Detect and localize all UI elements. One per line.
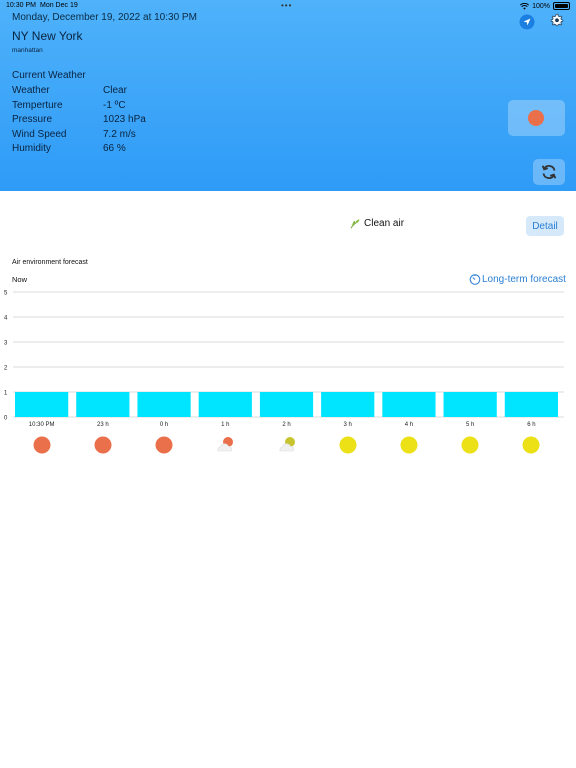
x-tick-label: 10:30 PM	[29, 422, 55, 428]
x-tick-label: 6 h	[527, 422, 535, 428]
location-arrow-icon[interactable]	[519, 14, 535, 30]
weather-row: Temperture -1 ºC	[12, 100, 146, 115]
y-tick-label: 5	[4, 291, 8, 297]
battery-percent: 100%	[532, 2, 550, 10]
now-label: Now	[12, 275, 28, 284]
long-term-forecast-link[interactable]: Long-term forecast	[469, 273, 566, 285]
refresh-button[interactable]	[533, 159, 565, 185]
city-name: NY New York	[12, 29, 83, 43]
air-forecast-chart: 0 1 2 3 4 5 10:30 PM 23 h 0 h 1 h 2 h 3 h 4 h 5 h 6 h	[4, 291, 564, 428]
weather-row-value: 66 %	[103, 143, 126, 154]
timer-icon	[469, 274, 481, 285]
x-tick-label: 2 h	[282, 422, 290, 428]
forecast-title: Air environment forecast	[12, 259, 88, 266]
clear-night-icon	[92, 434, 114, 456]
clear-night-icon	[153, 434, 175, 456]
forecast-bar	[137, 392, 191, 417]
sun-icon	[337, 434, 359, 456]
x-tick-label: 1 h	[221, 422, 229, 428]
x-tick-label: 0 h	[160, 422, 168, 428]
gear-icon[interactable]	[550, 13, 564, 27]
x-tick-label: 23 h	[97, 422, 109, 428]
current-weather-table: Weather Clear Temperture -1 ºC Pressure …	[12, 85, 146, 158]
status-time: 10:30 PM	[6, 2, 36, 9]
air-quality-label: Clean air	[364, 218, 405, 229]
sun-icon	[520, 434, 542, 456]
weather-row-label: Temperture	[12, 99, 63, 111]
status-date: Mon Dec 19	[40, 2, 78, 9]
detail-button[interactable]: Detail	[526, 216, 564, 236]
sun-icon	[459, 434, 481, 456]
weather-row-value: 7.2 m/s	[103, 128, 136, 140]
air-status-dot	[528, 110, 544, 126]
forecast-bar	[15, 392, 69, 417]
weather-row-label: Humidity	[12, 143, 51, 154]
y-tick-label: 3	[4, 341, 8, 347]
sun-icon	[398, 434, 420, 456]
status-bar: 10:30 PM Mon Dec 19 ••• 100%	[0, 0, 576, 12]
y-tick-label: 1	[4, 391, 8, 397]
weather-header: 10:30 PM Mon Dec 19 ••• 100% Monday, Dec…	[0, 0, 576, 191]
weather-row-label: Weather	[12, 85, 50, 96]
wifi-icon	[520, 2, 530, 10]
district-name: manhattan	[12, 47, 43, 54]
forecast-bar	[259, 392, 314, 417]
weather-row-value: Clear	[103, 85, 127, 96]
forecast-bar	[198, 392, 252, 417]
weather-row: Humidity 66 %	[12, 143, 146, 158]
multitask-dots-icon[interactable]: •••	[281, 1, 292, 10]
y-tick-label: 4	[4, 316, 8, 322]
forecast-bar	[76, 392, 130, 417]
air-status-indicator[interactable]	[508, 100, 565, 136]
y-tick-label: 2	[4, 366, 8, 372]
forecast-bar	[321, 392, 375, 417]
weather-row-label: Wind Speed	[12, 128, 67, 140]
status-right: 100%	[520, 2, 570, 10]
weather-row: Wind Speed 7.2 m/s	[12, 129, 146, 144]
partly-cloudy-icon	[214, 434, 236, 456]
x-tick-label: 4 h	[405, 422, 413, 428]
forecast-icons-row	[0, 434, 576, 456]
x-tick-label: 5 h	[466, 422, 474, 428]
long-term-forecast-label: Long-term forecast	[482, 273, 566, 285]
current-datetime: Monday, December 19, 2022 at 10:30 PM	[12, 12, 197, 23]
air-quality-status: Clean air	[350, 218, 404, 229]
weather-row-label: Pressure	[12, 114, 53, 125]
battery-icon	[553, 2, 570, 10]
y-tick-label: 0	[4, 416, 8, 422]
refresh-icon	[541, 165, 557, 179]
clear-night-icon	[31, 434, 53, 456]
current-weather-title: Current Weather	[12, 70, 86, 81]
partly-cloudy-icon	[276, 434, 298, 456]
forecast-bar	[504, 392, 558, 417]
weather-row-value: -1 ºC	[103, 99, 126, 111]
x-tick-label: 3 h	[344, 422, 352, 428]
forecast-bar	[382, 392, 436, 417]
weather-row-value: 1023 hPa	[103, 114, 146, 125]
weather-row: Pressure 1023 hPa	[12, 114, 146, 129]
forecast-bar	[443, 392, 497, 417]
weather-row: Weather Clear	[12, 85, 146, 100]
leaf-icon	[350, 219, 360, 229]
